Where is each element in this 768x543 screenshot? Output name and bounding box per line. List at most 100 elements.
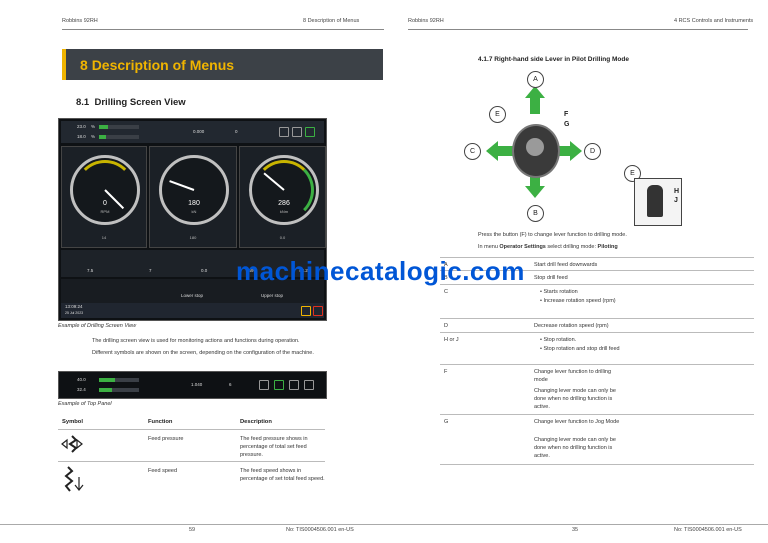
rtable-rule: [440, 332, 754, 333]
rotation-gauge: 0 RPM 14: [61, 146, 147, 248]
top-value-1: 0.000: [193, 129, 205, 134]
top-panel-caption: Example of Top Panel: [58, 401, 112, 407]
clock-date: 25 Jul 2023: [65, 311, 84, 315]
arrow-down-icon: [525, 186, 545, 198]
arrow-left-icon: [486, 141, 498, 161]
feed-pressure-icon: [61, 435, 83, 453]
rrow-c-bullet-1: • Starts rotation: [540, 289, 578, 295]
clock-time: 13:09:24: [65, 304, 83, 309]
table-row-rule: [58, 461, 325, 462]
rtable-rule: [440, 364, 754, 365]
feed-speed-icon: [64, 466, 84, 492]
stat-3: 0.0: [201, 268, 208, 273]
panel-pressure-bar: [99, 378, 139, 382]
upper-stop-label: Upper stop: [261, 293, 284, 298]
top-value-2: 0: [235, 129, 238, 134]
table-header-symbol: Symbol: [62, 419, 83, 425]
panel-pressure-fill: [99, 378, 115, 382]
rrow-hj-bullet-2-text: Stop rotation and stop drill feed: [543, 346, 620, 352]
lower-stop-label: Lower stop: [181, 293, 204, 298]
lever-side-grip: [647, 185, 663, 217]
rotation-sub: 14: [101, 235, 107, 240]
feed-force-gauge: 180 kN 180: [149, 146, 237, 248]
panel-value-2: 6: [229, 382, 232, 387]
left-header-chapter: 8 Description of Menus: [303, 18, 360, 24]
feed-force-unit: kN: [191, 209, 197, 214]
feed-pressure-value: 23.0: [77, 124, 86, 129]
stat-1: 7.5: [87, 268, 94, 273]
rtable-rule: [440, 464, 754, 465]
chapter-number: 8: [80, 57, 88, 73]
torque-gauge: 286 kNm 0.0: [239, 146, 326, 248]
row-1-description: The feed pressure shows in percentage of…: [240, 436, 308, 458]
label-j: J: [674, 197, 678, 204]
screen-bottom-row: 13:09:24 25 Jul 2023: [61, 303, 324, 318]
rrow-hj-bullet-2: • Stop rotation and stop drill feed: [540, 346, 620, 352]
table-header-function: Function: [148, 419, 173, 425]
banner-accent: [62, 49, 66, 80]
label-h: H: [674, 188, 680, 195]
rrow-key-hj: H or J: [444, 337, 459, 343]
label-c: C: [464, 143, 481, 160]
rrow-key-f: F: [444, 369, 448, 375]
feed-force-value: 180: [188, 200, 200, 207]
panel-value-1: 1.040: [191, 382, 203, 387]
panel-button-4: [304, 380, 314, 390]
feed-pressure-bar: [99, 125, 139, 129]
rrow-hj-bullet-1-text: Stop rotation.: [543, 337, 577, 343]
left-header-rule: [62, 29, 384, 30]
left-header-title: Robbins 92RH: [62, 18, 98, 24]
feed-force-sub: 180: [189, 235, 197, 240]
feed-force-dial: 180 kN: [159, 155, 229, 225]
left-doc-number: No: TIS0004506.001 en-US: [286, 527, 354, 533]
lever-knob: [512, 124, 560, 178]
lever-section-title: 4.1.7 Right-hand side Lever in Pilot Dri…: [478, 56, 629, 63]
label-d: D: [584, 143, 601, 160]
screen-top-panel: 23.0 % 18.0 % 0.000 0: [61, 121, 324, 143]
panel-speed-fill: [99, 388, 112, 392]
screen-warning-button: [313, 306, 323, 316]
screen-bottom-button: [301, 306, 311, 316]
screen-button-3: [305, 127, 315, 137]
lever-para-2: In menu Operator Settings select drillin…: [478, 243, 758, 251]
label-b: B: [527, 205, 544, 222]
rrow-c-bullet-2: • Increase rotation speed (rpm): [540, 298, 616, 304]
para-2-prefix: In menu: [478, 244, 498, 250]
row-1-function: Feed pressure: [148, 436, 184, 442]
rrow-hj-bullet-1: • Stop rotation.: [540, 337, 577, 343]
torque-value: 286: [278, 200, 290, 207]
paragraph-2: Different symbols are shown on the scree…: [92, 350, 314, 356]
rrow-f-line-2: Changing lever mode can only be done whe…: [534, 388, 616, 410]
chapter-title: 8 Description of Menus: [80, 57, 234, 73]
rotation-value: 0: [103, 200, 107, 207]
right-header-chapter: 4 RCS Controls and Instruments: [674, 18, 754, 24]
panel-button-2: [274, 380, 284, 390]
label-e: E: [489, 106, 506, 123]
paragraph-1: The drilling screen view is used for mon…: [92, 338, 300, 344]
rrow-key-d: D: [444, 323, 448, 329]
row-2-description: The feed speed shows in percentage of se…: [240, 468, 325, 482]
watermark-text: machinecatalogic.com: [236, 256, 525, 286]
torque-dial: 286 kNm: [249, 155, 319, 225]
panel-button-1: [259, 380, 269, 390]
section-heading: 8.1 Drilling Screen View: [76, 97, 186, 108]
feed-speed-fill: [99, 135, 107, 139]
feed-speed-value: 18.0: [77, 134, 86, 139]
rrow-key-g: G: [444, 419, 449, 425]
rrow-f-line-1: Change lever function to drilling mode: [534, 369, 612, 383]
right-doc-number: No: TIS0004506.001 en-US: [674, 527, 742, 533]
rrow-g-line-1: Change lever function to Jog Mode: [534, 419, 620, 425]
rotation-unit: RPM: [100, 209, 110, 214]
rrow-b-text: Stop drill feed: [534, 275, 568, 281]
label-a: A: [527, 71, 544, 88]
right-header-title: Robbins 92RH: [408, 18, 444, 24]
top-panel-image: 40.0 32.4 1.040 6: [58, 371, 327, 399]
feed-speed-unit: %: [91, 134, 96, 139]
panel-button-3: [289, 380, 299, 390]
lever-button-f: [526, 138, 544, 156]
para-2-mode: Piloting: [597, 244, 618, 250]
section-title: Drilling Screen View: [94, 97, 186, 108]
feed-pressure-fill: [99, 125, 109, 129]
rrow-a-text: Start drill feed downwards: [534, 262, 598, 268]
right-page-number: 35: [572, 527, 579, 533]
